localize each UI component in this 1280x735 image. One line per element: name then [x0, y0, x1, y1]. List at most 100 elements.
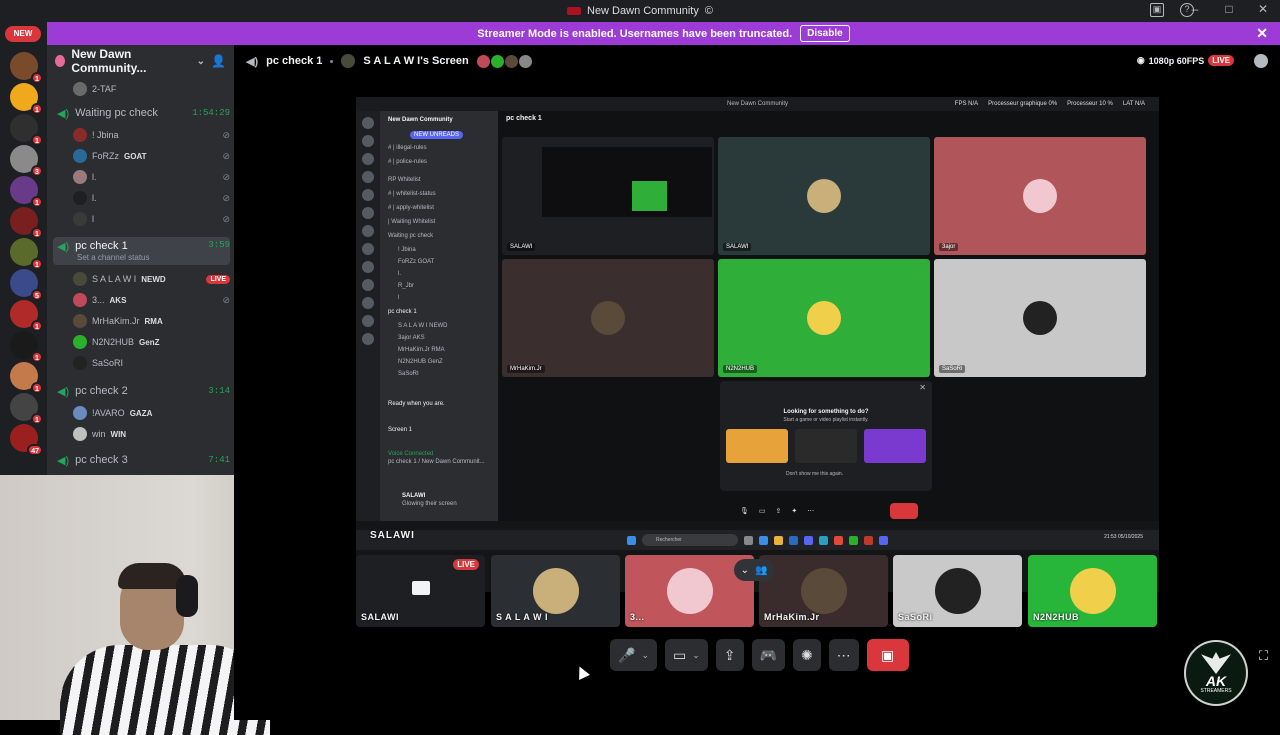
ready-text: Ready when you are. — [388, 401, 445, 407]
camera-off-icon: ▭ — [672, 646, 687, 663]
server-icon[interactable]: 1 — [10, 362, 43, 394]
disable-streamer-mode-button[interactable]: Disable — [800, 25, 850, 42]
voice-user[interactable]: l. ⊘ — [73, 188, 230, 208]
soundboard-button[interactable]: ✺ — [792, 639, 821, 671]
server-icon[interactable]: 1 — [10, 207, 43, 239]
server-icon[interactable]: 1 — [10, 238, 43, 270]
taskbar-app-icon — [849, 535, 858, 545]
more-options-button[interactable]: ⋯ — [828, 639, 859, 671]
avatar — [73, 128, 87, 142]
voice-user[interactable]: 3... AKS ⊘ — [73, 290, 230, 310]
new-unreads-badge[interactable]: NEW — [5, 26, 41, 42]
voice-user[interactable]: S A L A W I NEWD LIVE — [73, 269, 230, 289]
voice-channel-pc-check-3[interactable]: ◀) pc check 3 7:41 — [53, 450, 230, 470]
shared-channel-list: New Dawn Community NEW UNREADS # | illeg… — [380, 111, 498, 521]
voice-user[interactable]: ! Jbina ⊘ — [73, 125, 230, 145]
maximize-button[interactable]: □ — [1220, 2, 1238, 16]
camera-button[interactable]: ▭ ⌄ — [664, 639, 708, 671]
taskbar-app-icon — [879, 535, 888, 545]
shared-tile: SaSoRi — [934, 259, 1146, 377]
avatar — [476, 54, 490, 68]
avatar — [73, 406, 87, 420]
stop-stream-button[interactable]: ▣ — [866, 639, 909, 671]
shared-stream-tile: SALAWI — [502, 137, 714, 255]
chevron-down-icon[interactable]: ⌄ — [641, 650, 649, 661]
voice-channel-waiting-pc-check[interactable]: ◀) Waiting pc check 1:54:29 — [53, 103, 230, 123]
shared-user: l — [398, 295, 400, 301]
voice-user[interactable]: l. ⊘ — [73, 167, 230, 187]
voice-user[interactable]: MrHaKim.Jr RMA — [73, 311, 230, 331]
avatar — [73, 427, 87, 441]
server-icon[interactable]: 1 — [10, 83, 43, 115]
eye-icon: ◉ — [1136, 55, 1145, 65]
user-tag: NEWD — [141, 274, 166, 284]
close-banner-icon[interactable]: ✕ — [1256, 25, 1268, 42]
mention-count-badge: 1 — [31, 103, 43, 115]
user-name: SaSoRI — [92, 358, 124, 368]
inbox-icon[interactable]: ▣ — [1150, 3, 1164, 17]
user-name: ! Jbina — [92, 130, 119, 140]
voice-channel-pc-check-2[interactable]: ◀) pc check 2 3:14 — [53, 381, 230, 401]
participants-toggle[interactable]: ⌄ 👥 — [734, 559, 774, 581]
user-name: l. — [92, 193, 97, 203]
call-controls: 🎤 ⌄ ▭ ⌄ ⇪ 🎮 ✺ ⋯ ▣ — [610, 639, 909, 671]
invite-people-icon[interactable]: 👤 — [211, 54, 226, 68]
perf-fps: FPS N/A — [954, 101, 979, 107]
stream-stage: ◀) pc check 1 S A L A W I's Screen ◉ 108… — [234, 45, 1280, 720]
speaker-icon: ◀) — [57, 107, 70, 120]
taskbar-search: Rechercher — [642, 534, 738, 546]
participant-tile[interactable]: LIVE SALAWI — [356, 555, 485, 627]
voice-user[interactable]: !AVARO GAZA — [73, 403, 230, 423]
shared-tile: SALAWI — [718, 137, 930, 255]
screen-share-button[interactable]: ⇪ — [715, 639, 744, 671]
user-name: win — [92, 429, 106, 439]
channel-status[interactable]: Set a channel status — [77, 253, 150, 262]
voice-connected-text: Voice Connected — [388, 451, 434, 457]
game-thumb — [726, 429, 788, 463]
voice-user[interactable]: win WIN — [73, 424, 230, 444]
participant-tile[interactable]: N2N2HUB — [1028, 555, 1157, 627]
server-icon[interactable]: 5 — [10, 269, 43, 301]
live-badge: LIVE — [206, 274, 230, 284]
chat-bubble-icon[interactable] — [1254, 54, 1268, 68]
server-icon[interactable]: 1 — [10, 300, 43, 332]
phoenix-icon — [1201, 652, 1231, 674]
fullscreen-icon[interactable]: ⛶ — [1259, 648, 1268, 664]
participant-tile[interactable]: S A L A W I — [491, 555, 620, 627]
guild-icon — [55, 55, 66, 67]
server-icon[interactable]: 1 — [10, 176, 43, 208]
server-icon[interactable]: 1 — [10, 393, 43, 425]
avatar — [807, 301, 841, 335]
voice-user[interactable]: N2N2HUB GenZ — [73, 332, 230, 352]
server-icon[interactable]: 1 — [10, 52, 43, 84]
activities-button[interactable]: 🎮 — [751, 639, 785, 671]
voice-user[interactable]: FoRZz GOAT ⊘ — [73, 146, 230, 166]
server-icon[interactable]: 3 — [10, 145, 43, 177]
server-icon[interactable]: 47 — [10, 424, 43, 456]
server-icon[interactable]: 1 — [10, 114, 43, 146]
tile-name: SALAWI — [361, 612, 399, 622]
voice-user[interactable]: SaSoRI — [73, 353, 230, 373]
more-icon: ⋯ — [807, 508, 815, 515]
participant-tile[interactable]: SaSoRi — [893, 555, 1022, 627]
chevron-down-icon[interactable]: ⌄ — [692, 650, 700, 661]
shared-tile: MrHaKim.Jr — [502, 259, 714, 377]
perf-overlay: FPS N/A Processeur graphique 0% Processe… — [955, 101, 1145, 107]
voice-timer: 3:59 — [208, 240, 230, 250]
minimize-button[interactable]: – — [1186, 2, 1204, 16]
participant-tile[interactable]: MrHaKim.Jr — [759, 555, 888, 627]
server-icon[interactable]: 1 — [10, 331, 43, 363]
chevron-down-icon: ⌄ — [196, 55, 206, 67]
mute-button[interactable]: 🎤 ⌄ — [610, 639, 657, 671]
voice-user[interactable]: l ⊘ — [73, 209, 230, 229]
guild-header[interactable]: New Dawn Community... ⌄ 👤 — [47, 45, 234, 77]
voice-channel-pc-check-1[interactable]: ◀) pc check 1 3:59 Set a channel status — [53, 237, 230, 265]
shared-screen[interactable]: New Dawn Community FPS N/A Processeur gr… — [356, 97, 1159, 592]
voice-user[interactable]: 2-TAF — [73, 79, 230, 99]
shared-channel-header: pc check 1 — [506, 115, 542, 122]
shared-user: 3ajor AKS — [398, 335, 425, 341]
avatar — [504, 54, 518, 68]
viewer-avatars[interactable] — [476, 54, 532, 68]
avatar — [73, 170, 87, 184]
close-window-button[interactable]: ✕ — [1254, 2, 1272, 16]
